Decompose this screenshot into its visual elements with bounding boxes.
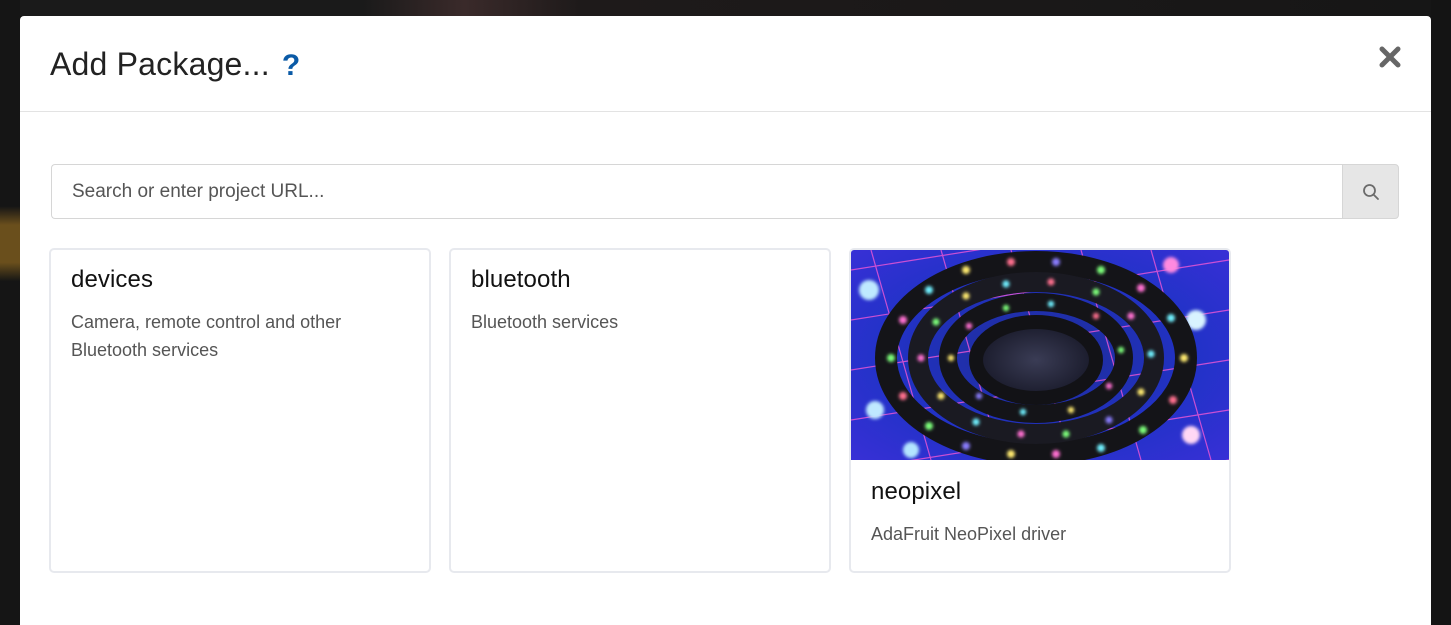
close-button[interactable]: [1377, 44, 1403, 70]
backdrop-app-strip: [0, 0, 1451, 16]
backdrop-right-edge: [1431, 0, 1451, 625]
package-name: devices: [71, 266, 154, 293]
dialog-header: Add Package...?: [20, 16, 1431, 112]
package-description: Bluetooth services: [471, 312, 619, 332]
card-body: devices Camera, remote control and other…: [51, 250, 429, 380]
package-description: AdaFruit NeoPixel driver: [871, 524, 1067, 544]
package-card-neopixel[interactable]: neopixel AdaFruit NeoPixel driver: [849, 248, 1231, 573]
search-input[interactable]: [51, 164, 1342, 219]
package-name: bluetooth: [471, 266, 571, 293]
package-card-bluetooth[interactable]: bluetooth Bluetooth services: [449, 248, 831, 573]
card-body: bluetooth Bluetooth services: [451, 250, 829, 352]
package-list: devices Camera, remote control and other…: [49, 248, 1239, 573]
dialog-title-text: Add Package...: [50, 46, 270, 82]
search-button[interactable]: [1342, 164, 1399, 219]
search-bar: [51, 164, 1399, 219]
search-icon: [1362, 183, 1379, 200]
neopixel-led-strip-image: [851, 250, 1229, 460]
close-icon: [1379, 46, 1401, 68]
card-body: neopixel AdaFruit NeoPixel driver: [851, 460, 1229, 564]
package-card-devices[interactable]: devices Camera, remote control and other…: [49, 248, 431, 573]
add-package-dialog: Add Package...? devices Camera, remote c…: [20, 16, 1431, 625]
package-name: neopixel: [871, 478, 962, 505]
backdrop-left-edge: [0, 0, 20, 625]
package-description: Camera, remote control and other Bluetoo…: [71, 312, 342, 360]
help-link[interactable]: ?: [282, 49, 301, 83]
dialog-title: Add Package...?: [50, 46, 300, 83]
